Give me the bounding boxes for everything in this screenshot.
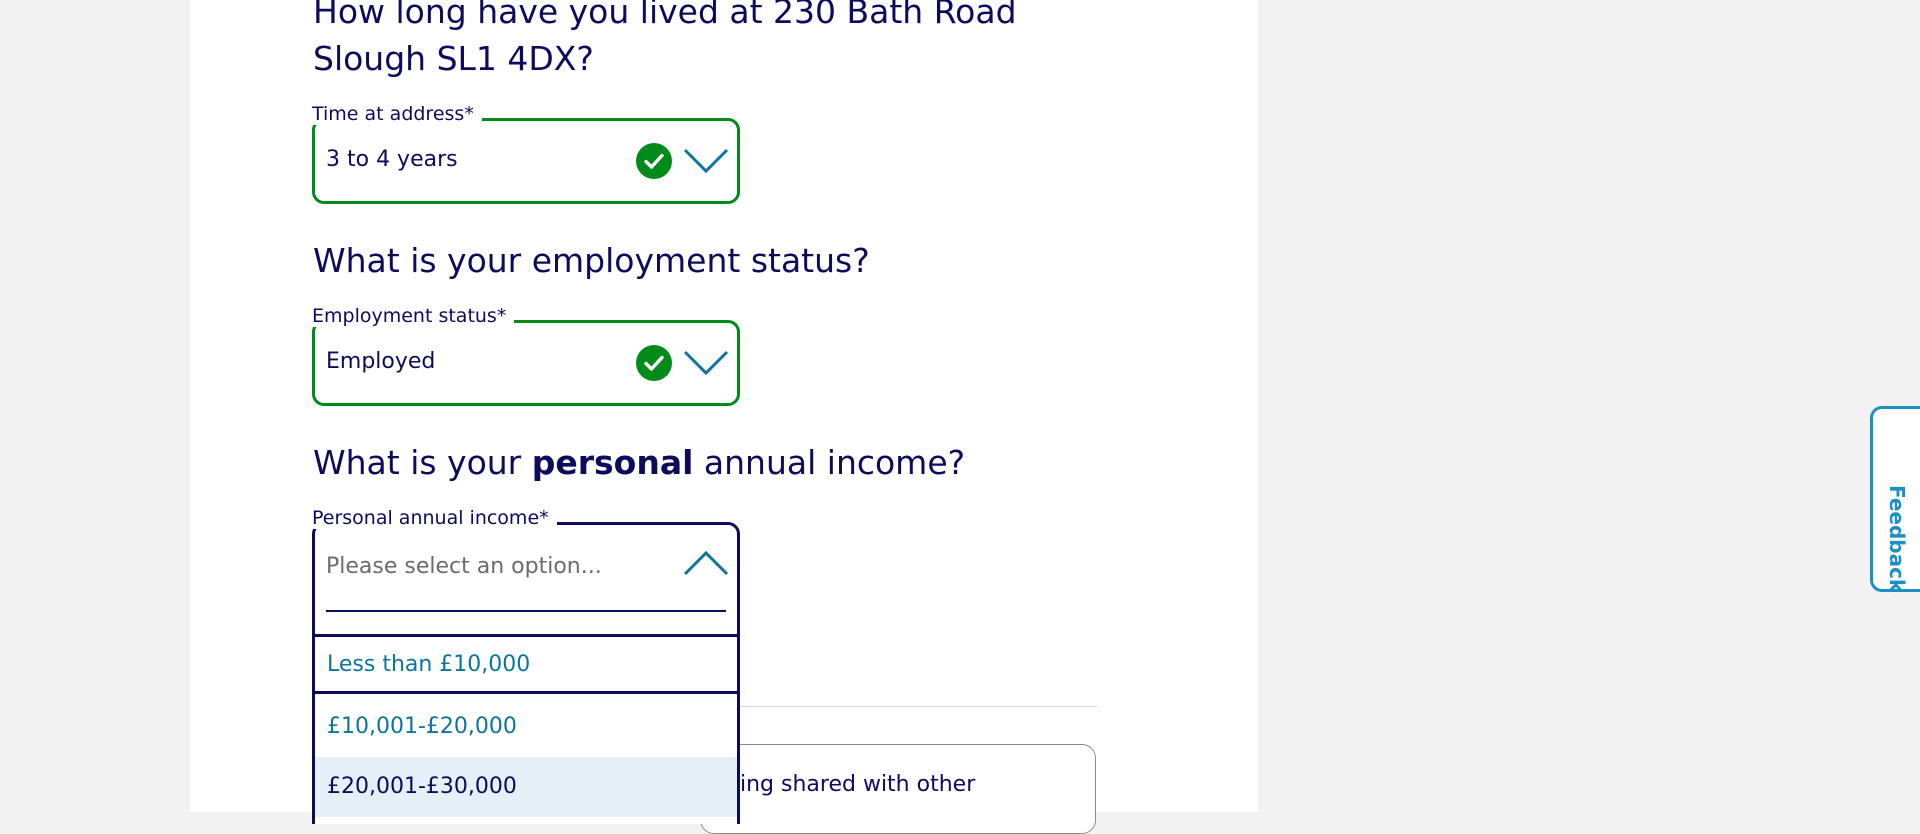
employment-status-select[interactable]: Employment status* Employed [312,305,740,406]
income-option[interactable]: £10,001-£20,000 [315,697,737,757]
time-at-address-select[interactable]: Time at address* 3 to 4 years [312,103,740,204]
feedback-tab[interactable]: Feedback [1870,406,1920,592]
question-time-at-address: How long have you lived at 230 Bath Road… [313,0,1017,78]
employment-status-value: Employed [326,349,436,374]
check-circle-icon [636,143,672,179]
personal-income-label: Personal annual income* [312,507,557,529]
question-income-suffix: annual income? [703,443,966,482]
employment-status-label: Employment status* [312,305,515,327]
feedback-label: Feedback [1885,485,1909,593]
chevron-up-icon[interactable] [683,549,729,579]
check-circle-icon [636,345,672,381]
question-income-prefix: What is your [313,443,522,482]
select-search-underline [326,610,726,612]
section-divider [740,706,1097,707]
chevron-down-icon[interactable] [683,145,729,175]
personal-income-placeholder: Please select an option... [326,554,602,579]
time-at-address-value: 3 to 4 years [326,147,458,172]
question-employment-status: What is your employment status? [313,241,870,280]
personal-income-select[interactable]: Personal annual income* Please select an… [312,507,740,634]
time-at-address-label: Time at address* [312,103,482,125]
question-personal-income: What is your personal annual income? [313,439,965,486]
consent-text-partial: ing shared with other [740,772,976,797]
question-income-emphasis: personal [531,443,694,482]
personal-income-options-list: Less than £10,000 £10,001-£20,000 £20,00… [312,634,740,824]
chevron-down-icon[interactable] [683,347,729,377]
income-option[interactable]: Less than £10,000 [315,634,737,694]
income-option-highlighted[interactable]: £20,001-£30,000 [315,757,737,817]
